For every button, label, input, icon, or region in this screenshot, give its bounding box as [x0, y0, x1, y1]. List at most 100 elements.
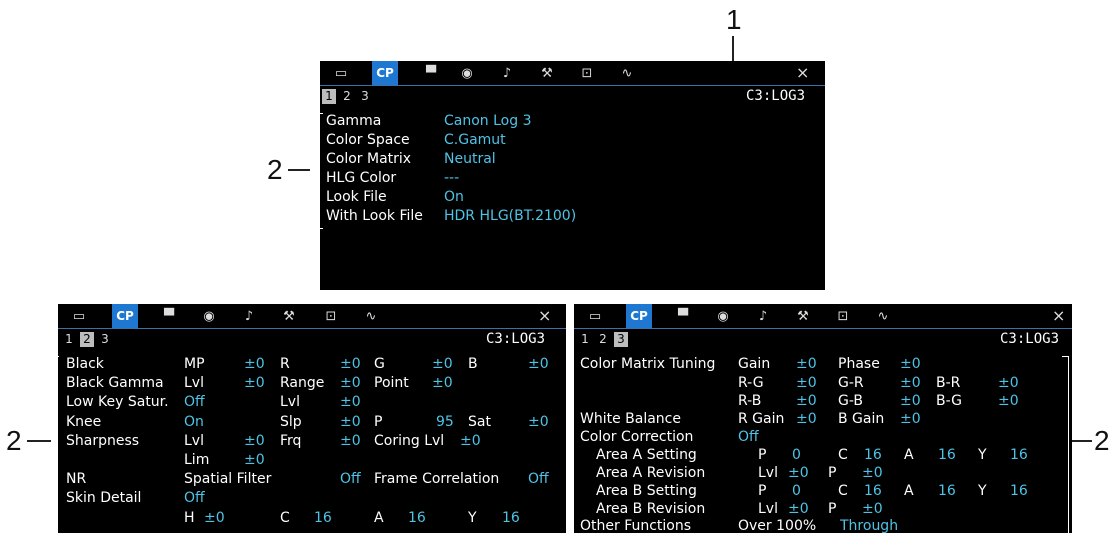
row-cmt-phase: Phase [838, 356, 880, 372]
row-aas-p: P [758, 447, 767, 463]
screen-page-3: ▭ CP ▀ ◉ ♪ ⚒ ⊡ ∿ × 123 C3:LOG3 Color Mat… [574, 304, 1072, 533]
bracket-left [320, 113, 323, 229]
page-2[interactable]: 2 [340, 89, 354, 104]
row-black-label: Black [66, 356, 104, 372]
tab-waveform-icon[interactable]: ∿ [872, 307, 894, 325]
tab-cp[interactable]: CP [372, 61, 398, 85]
row-low-key-label: Low Key Satur. [66, 394, 169, 410]
tab-waveform-icon[interactable]: ∿ [360, 307, 382, 325]
row-black-b-val: ±0 [528, 356, 549, 372]
row-abr-p: P [828, 501, 837, 517]
tab-recording-icon[interactable]: ⊡ [576, 64, 598, 82]
page-2[interactable]: 2 [80, 332, 94, 347]
row-aas-y-val: 16 [1010, 447, 1028, 463]
label-hlg-color: HLG Color [326, 170, 397, 186]
row-sharpness-frq: Frq [280, 433, 302, 449]
page-indicator: 123 [62, 332, 116, 347]
tab-lens-icon[interactable]: ◉ [456, 64, 478, 82]
page-indicator: 123 [322, 89, 376, 104]
tab-wrench-icon[interactable]: ⚒ [536, 64, 558, 82]
row-abr-p-val: ±0 [862, 501, 883, 517]
row-of-val: Through [840, 518, 899, 533]
close-icon[interactable]: × [538, 306, 551, 325]
tab-film-camera-icon[interactable]: ▀ [672, 307, 694, 325]
page-1[interactable]: 1 [322, 89, 336, 104]
row-abs-p-val: 0 [792, 483, 801, 499]
row-aas-label: Area A Setting [596, 447, 697, 463]
tab-cp[interactable]: CP [112, 304, 138, 328]
bracket-left [58, 356, 59, 533]
tab-frame-icon[interactable]: ▭ [68, 307, 90, 325]
row-cmt-phase-val: ±0 [900, 356, 921, 372]
tab-wrench-icon[interactable]: ⚒ [278, 307, 300, 325]
row-nr-frame: Frame Correlation [374, 471, 500, 487]
row-aas-a: A [904, 447, 914, 463]
tab-audio-icon[interactable]: ♪ [496, 64, 518, 82]
row-lim-val: ±0 [244, 452, 265, 468]
tab-waveform-icon[interactable]: ∿ [616, 64, 638, 82]
row-lim: Lim [184, 452, 210, 468]
row-abs-c: C [838, 483, 848, 499]
row-abs-y: Y [978, 483, 987, 499]
tab-recording-icon[interactable]: ⊡ [320, 307, 342, 325]
tab-recording-icon[interactable]: ⊡ [832, 307, 854, 325]
value-look-file: On [444, 189, 464, 205]
page-2[interactable]: 2 [596, 332, 610, 347]
row-of-label: Other Functions [580, 518, 692, 533]
tab-film-camera-icon[interactable]: ▀ [158, 307, 180, 325]
row-low-key-lvl-val: ±0 [340, 394, 361, 410]
row-sharpness-coring-val: ±0 [460, 433, 481, 449]
row-black-gamma-point: Point [374, 375, 409, 391]
row-abr-lvl: Lvl [758, 501, 778, 517]
row-black-gamma-range: Range [280, 375, 325, 391]
tab-lens-icon[interactable]: ◉ [712, 307, 734, 325]
row-cc-label: Color Correction [580, 429, 694, 445]
tab-frame-icon[interactable]: ▭ [584, 307, 606, 325]
tab-frame-icon[interactable]: ▭ [330, 64, 352, 82]
value-color-matrix: Neutral [444, 151, 496, 167]
close-icon[interactable]: × [1052, 306, 1065, 325]
row-gb-val: ±0 [900, 393, 921, 409]
screen-page-2: ▭ CP ▀ ◉ ♪ ⚒ ⊡ ∿ × 123 C3:LOG3 Black MP … [58, 304, 566, 533]
label-with-look-file: With Look File [326, 208, 423, 224]
page-1[interactable]: 1 [62, 332, 76, 347]
row-rg-val: ±0 [796, 375, 817, 391]
row-cmt-label: Color Matrix Tuning [580, 356, 716, 372]
page-3[interactable]: 3 [358, 89, 372, 104]
row-aar-lvl-val: ±0 [788, 465, 809, 481]
row-skin-h: H [184, 510, 195, 526]
page-3[interactable]: 3 [614, 332, 628, 347]
row-gb: G-B [838, 393, 864, 409]
row-aar-label: Area A Revision [596, 465, 706, 481]
row-wb-rgain-val: ±0 [796, 411, 817, 427]
value-hlg-color: --- [444, 170, 460, 186]
row-sharpness-lvl: Lvl [184, 433, 204, 449]
row-skin-y-val: 16 [502, 510, 520, 526]
tab-lens-icon[interactable]: ◉ [198, 307, 220, 325]
row-wb-bgain-val: ±0 [900, 411, 921, 427]
page-1[interactable]: 1 [578, 332, 592, 347]
row-abs-y-val: 16 [1010, 483, 1028, 499]
custom-picture-code: C3:LOG3 [746, 88, 806, 104]
row-aas-a-val: 16 [938, 447, 956, 463]
row-black-gamma-lvl-val: ±0 [244, 375, 265, 391]
row-of-over: Over 100% [738, 518, 817, 533]
tab-film-camera-icon[interactable]: ▀ [420, 64, 442, 82]
tab-wrench-icon[interactable]: ⚒ [792, 307, 814, 325]
value-gamma: Canon Log 3 [444, 113, 532, 129]
row-br: B-R [936, 375, 961, 391]
row-aar-p-val: ±0 [862, 465, 883, 481]
custom-picture-code: C3:LOG3 [1000, 331, 1060, 347]
tab-cp[interactable]: CP [626, 304, 652, 328]
tab-audio-icon[interactable]: ♪ [238, 307, 260, 325]
tab-audio-icon[interactable]: ♪ [752, 307, 774, 325]
row-knee-slp-val: ±0 [340, 414, 361, 430]
page-3[interactable]: 3 [98, 332, 112, 347]
row-aas-y: Y [978, 447, 987, 463]
row-skin-y: Y [468, 510, 477, 526]
row-black-g-val: ±0 [432, 356, 453, 372]
row-cmt-gain: Gain [738, 356, 771, 372]
close-icon[interactable]: × [796, 63, 809, 82]
row-skin-c-val: 16 [314, 510, 332, 526]
row-abs-c-val: 16 [864, 483, 882, 499]
